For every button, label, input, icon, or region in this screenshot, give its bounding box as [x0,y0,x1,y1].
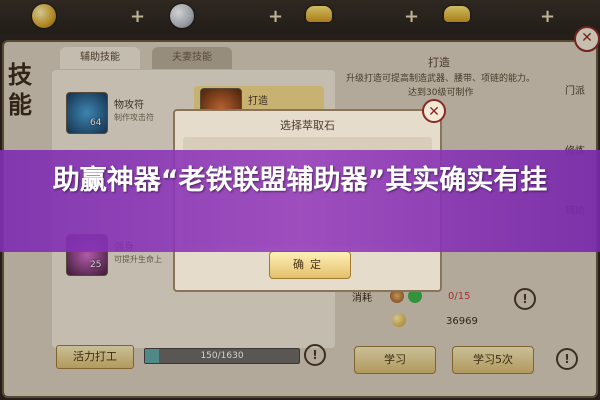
confirm-button[interactable]: 确定 [269,251,351,279]
headline-text: 助赢神器“老铁联盟辅助器”其实确实有挂 [52,165,548,196]
dialog-title: 选择萃取石 [280,119,335,132]
dialog-close-button[interactable]: ✕ [422,99,446,123]
